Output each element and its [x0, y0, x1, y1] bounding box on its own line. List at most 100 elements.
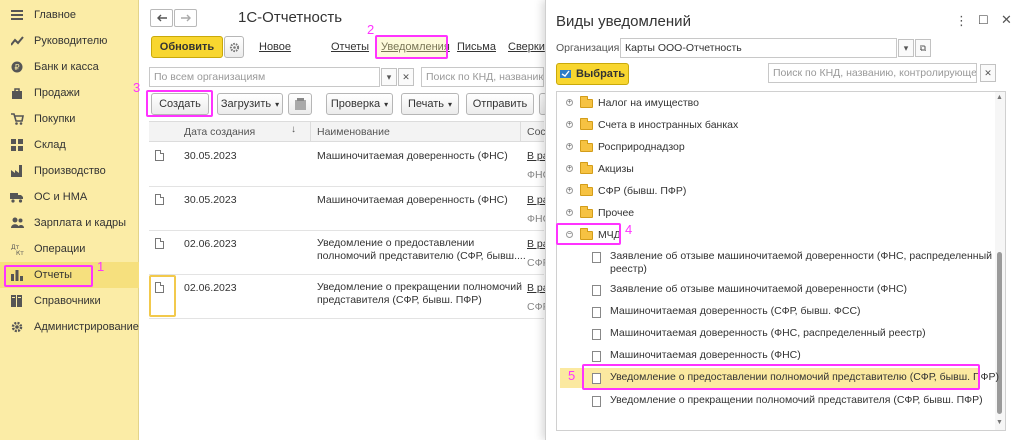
tree-folder-rosprirodnadzor[interactable]: + Росприроднадзор [560, 138, 990, 158]
coin-icon: ₽ [10, 60, 24, 74]
tree-item-mchd-fns[interactable]: Машиночитаемая доверенность (ФНС) [560, 346, 990, 366]
scroll-down-icon[interactable]: ▼ [996, 419, 1003, 426]
tree-item-mchd-fns-distributed[interactable]: Машиночитаемая доверенность (ФНС, распре… [560, 324, 990, 344]
cart-icon [10, 112, 24, 126]
expand-icon[interactable]: + [566, 99, 573, 106]
col-state-header[interactable]: Сос [527, 126, 546, 144]
sidebar-item-purchases[interactable]: Покупки [0, 106, 139, 132]
sidebar-item-sales[interactable]: Продажи [0, 80, 139, 106]
print-button[interactable]: Печать ▾ [401, 93, 459, 115]
folder-icon [580, 228, 593, 240]
more-vertical-icon[interactable]: ⋮ [955, 13, 968, 29]
table-row-selected[interactable]: 02.06.2023 Уведомление о прекращении пол… [149, 275, 550, 318]
tree-item-revoke-mchd-distributed[interactable]: Заявление об отзыве машиночитаемой довер… [560, 247, 992, 277]
annotation-5: 5 [568, 368, 576, 383]
load-button[interactable]: Загрузить ▾ [217, 93, 283, 115]
menu-reconciliations[interactable]: Сверки [508, 41, 545, 53]
send-button[interactable]: Отправить [466, 93, 534, 115]
table-row[interactable]: 02.06.2023 Уведомление о предоставлении … [149, 231, 550, 274]
settings-button[interactable] [224, 36, 244, 58]
menu-notifications[interactable]: Уведомления [381, 41, 450, 53]
forward-button[interactable] [174, 9, 197, 27]
tree-item-mchd-sfr-fss[interactable]: Машиночитаемая доверенность (СФР, бывш. … [560, 302, 990, 322]
books-icon [10, 294, 24, 308]
annotation-4: 4 [625, 222, 633, 237]
archive-button[interactable] [288, 93, 312, 115]
row-name-line2: полномочий представителю (СФР, бывш.... [317, 250, 526, 262]
svg-text:Кт: Кт [16, 250, 24, 256]
sidebar-item-operations[interactable]: Дт Кт Операции [0, 236, 139, 262]
org-filter-dropdown[interactable]: ▾ [381, 68, 397, 86]
tree-folder-label: Прочее [598, 207, 635, 219]
dialog-title: Виды уведомлений [556, 13, 691, 30]
tree-item-grant-powers-selected[interactable]: Уведомление о предоставлении полномочий … [560, 368, 999, 388]
row-date: 02.06.2023 [184, 282, 237, 294]
sidebar-item-assets[interactable]: ОС и НМА [0, 184, 139, 210]
print-button-label: Печать [407, 98, 445, 110]
collapse-icon[interactable]: − [566, 231, 573, 238]
expand-icon[interactable]: + [566, 187, 573, 194]
expand-icon[interactable]: + [566, 121, 573, 128]
sidebar-item-catalogs[interactable]: Справочники [0, 288, 139, 314]
refresh-button[interactable]: Обновить [151, 36, 223, 58]
dialog-search-clear[interactable]: ✕ [980, 64, 996, 82]
create-button[interactable]: Создать [151, 93, 209, 115]
sidebar-item-admin[interactable]: Администрирование [0, 314, 139, 340]
scrollbar-thumb[interactable] [997, 252, 1002, 414]
org-filter-input[interactable]: По всем организациям [149, 67, 380, 87]
org-open-button[interactable]: ⧉ [915, 39, 931, 57]
tree-folder-foreign-accounts[interactable]: + Счета в иностранных банках [560, 116, 990, 136]
tree-folder-label: Налог на имущество [598, 97, 699, 109]
col-date-header[interactable]: Дата создания [184, 126, 255, 144]
sidebar-item-label: Банк и касса [34, 61, 99, 73]
folder-icon [580, 118, 593, 130]
expand-icon[interactable]: + [566, 165, 573, 172]
sidebar-item-manager[interactable]: Руководителю [0, 28, 139, 54]
page-title: 1С-Отчетность [238, 9, 343, 26]
sort-down-icon: ↓ [291, 124, 296, 135]
menu-new[interactable]: Новое [259, 41, 291, 53]
org-select[interactable]: Карты ООО-Отчетность [620, 38, 897, 58]
tree-item-revoke-mchd-fns[interactable]: Заявление об отзыве машиночитаемой довер… [560, 280, 990, 300]
tree-item-terminate-powers[interactable]: Уведомление о прекращении полномочий пре… [560, 391, 990, 411]
dialog-search-input[interactable]: Поиск по КНД, названию, контролирующем..… [768, 63, 977, 83]
sidebar-item-main[interactable]: Главное [0, 2, 139, 28]
back-button[interactable] [150, 9, 173, 27]
org-filter-clear[interactable]: ✕ [398, 68, 414, 86]
row-name: Уведомление о предоставлении [317, 237, 475, 249]
tree-folder-excise[interactable]: + Акцизы [560, 160, 990, 180]
check-button[interactable]: Проверка ▾ [326, 93, 393, 115]
table-row[interactable]: 30.05.2023 Машиночитаемая доверенность (… [149, 187, 550, 230]
tree-folder-sfr[interactable]: + СФР (бывш. ПФР) [560, 182, 990, 202]
menu-reports[interactable]: Отчеты [331, 41, 369, 53]
document-icon [155, 194, 164, 205]
select-button[interactable]: Выбрать [556, 63, 629, 85]
sidebar-item-production[interactable]: Производство [0, 158, 139, 184]
org-select-dropdown[interactable]: ▾ [898, 39, 914, 57]
sidebar-item-warehouse[interactable]: Склад [0, 132, 139, 158]
select-button-label: Выбрать [575, 68, 626, 80]
search-input[interactable]: Поиск по КНД, названию, [421, 67, 544, 87]
expand-icon[interactable]: + [566, 143, 573, 150]
tree-folder-property-tax[interactable]: + Налог на имущество [560, 94, 990, 114]
notification-types-dialog: Виды уведомлений ⋮ ☐ ✕ Организация: Карт… [545, 0, 1024, 440]
document-icon [592, 307, 601, 318]
sidebar-item-label: Производство [34, 165, 106, 177]
table-row[interactable]: 30.05.2023 Машиночитаемая доверенность (… [149, 143, 550, 186]
folder-icon [580, 184, 593, 196]
sidebar-item-bank[interactable]: ₽ Банк и касса [0, 54, 139, 80]
tree-folder-label: Акцизы [598, 163, 634, 175]
close-icon[interactable]: ✕ [1001, 12, 1012, 28]
menu-letters[interactable]: Письма [457, 41, 496, 53]
tree-folder-other[interactable]: + Прочее [560, 204, 990, 224]
sidebar-item-reports[interactable]: Отчеты [0, 262, 139, 288]
gear-icon [229, 42, 239, 52]
scroll-up-icon[interactable]: ▲ [996, 94, 1003, 101]
people-icon [10, 216, 24, 230]
sidebar-item-label: Руководителю [34, 35, 108, 47]
sidebar-item-salary[interactable]: Зарплата и кадры [0, 210, 139, 236]
factory-icon [10, 164, 24, 178]
col-name-header[interactable]: Наименование [317, 126, 390, 144]
expand-icon[interactable]: + [566, 209, 573, 216]
maximize-icon[interactable]: ☐ [978, 13, 989, 27]
